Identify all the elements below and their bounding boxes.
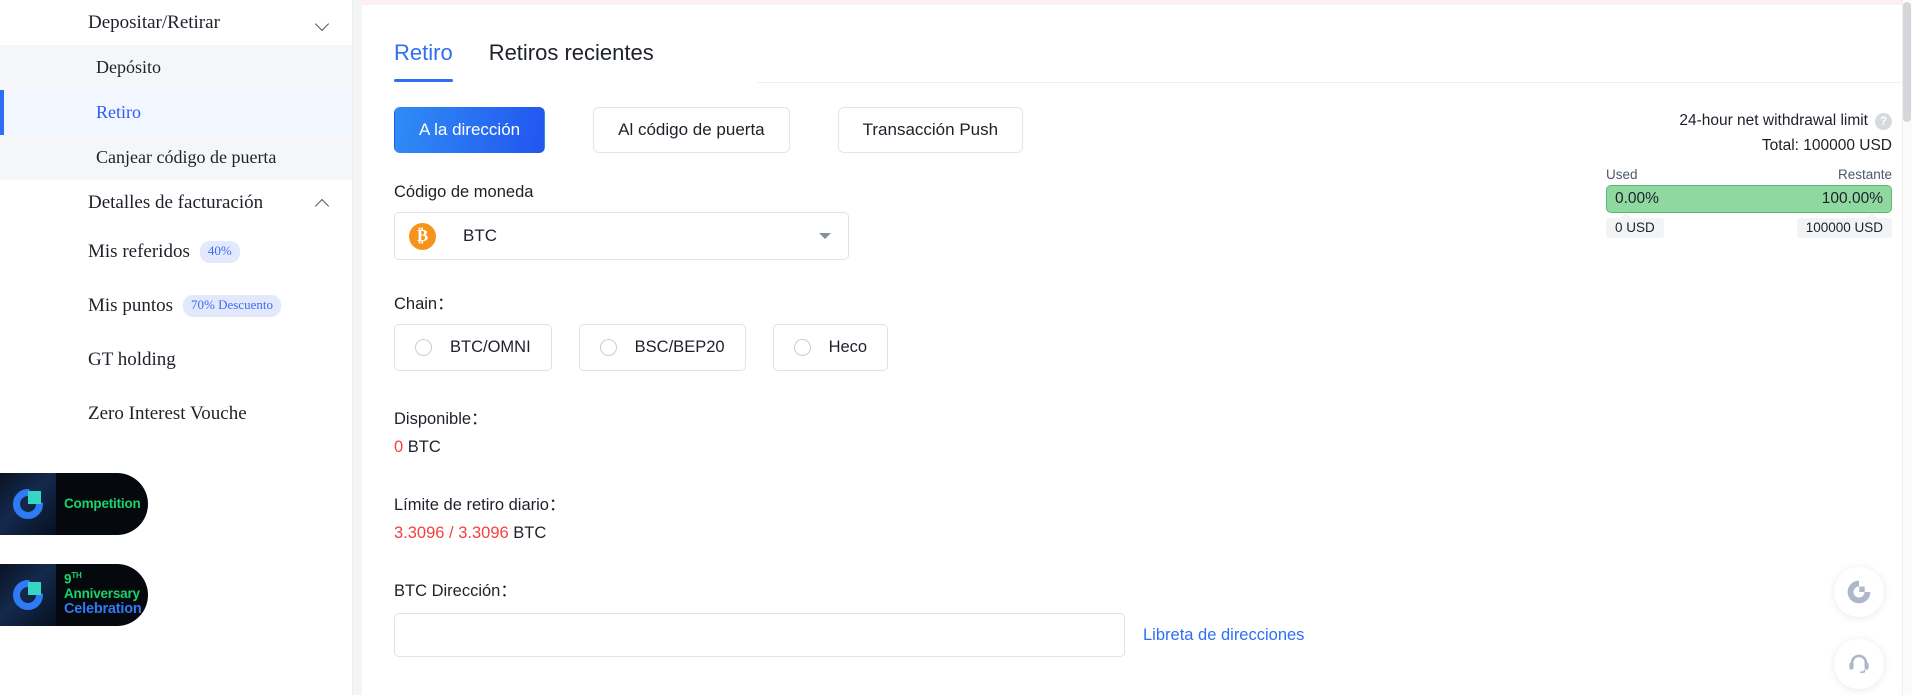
limit-remaining-label: Restante [1837, 167, 1892, 182]
gate-logo-icon[interactable] [1834, 567, 1884, 617]
sidebar-group-label: Detalles de facturación [88, 191, 264, 213]
chevron-down-icon [819, 233, 831, 239]
tab-bar: Retiro Retiros recientes [362, 0, 1912, 82]
address-row: Libreta de direcciones [394, 613, 1912, 657]
available-value: 0 BTC [394, 438, 1912, 457]
promo-banner-competition[interactable]: Competition [0, 473, 148, 535]
sidebar-divider [352, 0, 362, 695]
limit-panel-total: Total: 100000 USD [1761, 137, 1892, 154]
limit-used-percent: 0.00% [1615, 190, 1659, 207]
available-label: Disponible： [394, 410, 488, 428]
limit-remaining-percent: 100.00% [1821, 190, 1883, 207]
question-mark-icon[interactable]: ? [1875, 112, 1892, 130]
daily-limit-value: 3.3096 / 3.3096 BTC [394, 524, 1912, 543]
page-scrollbar-thumb[interactable] [1903, 2, 1911, 122]
sidebar-item-label: Mis referidos [88, 241, 190, 262]
radio-icon[interactable] [599, 339, 617, 356]
sidebar-item-label: GT holding [88, 349, 176, 370]
sidebar-item-canjear-codigo[interactable]: Canjear código de puerta [0, 135, 362, 180]
method-button-label: A la dirección [419, 120, 521, 139]
limit-panel-title-row: 24-hour net withdrawal limit ? [1606, 112, 1892, 130]
chain-option-bsc-bep20[interactable]: BSC/BEP20 [578, 324, 746, 371]
gate-logo-icon [0, 473, 56, 535]
tab-label: Retiros recientes [488, 40, 654, 65]
limit-panel-legend: Used Restante [1606, 167, 1892, 182]
sidebar-item-gt-holding[interactable]: GT holding [0, 333, 362, 387]
withdrawal-limit-panel: 24-hour net withdrawal limit ? Total: 10… [1606, 112, 1892, 238]
sidebar-subnav: Depósito Retiro Canjear código de puerta [0, 45, 362, 180]
method-button-push-transaction[interactable]: Transacción Push [837, 107, 1024, 153]
method-button-to-address[interactable]: A la dirección [394, 107, 546, 153]
promo-anniversary-sup: TH [71, 571, 82, 581]
method-button-label: Transacción Push [862, 120, 999, 139]
address-book-link[interactable]: Libreta de direcciones [1143, 626, 1304, 645]
currency-select[interactable]: ₿ BTC [394, 212, 849, 260]
chevron-up-icon [316, 196, 330, 210]
limit-panel-title: 24-hour net withdrawal limit [1679, 112, 1868, 129]
limit-used-amount: 0 USD [1606, 213, 1664, 238]
sidebar-item-mis-puntos[interactable]: Mis puntos 70% Descuento [0, 279, 362, 333]
sidebar-item-zero-interest-voucher[interactable]: Zero Interest Vouche [0, 387, 362, 441]
sidebar-item-mis-referidos[interactable]: Mis referidos 40% [0, 225, 362, 279]
withdrawal-page: Depositar/Retirar Depósito Retiro Canjea… [0, 0, 1912, 695]
address-input[interactable] [394, 613, 1125, 657]
top-notice-strip [362, 0, 1902, 5]
sidebar-group-label: Depositar/Retirar [88, 11, 220, 33]
chain-option-label: Heco [828, 338, 868, 356]
chain-option-btc-omni[interactable]: BTC/OMNI [394, 324, 552, 371]
limit-progress-bar: 0.00% 100.00% [1606, 185, 1892, 213]
main-content: Retiro Retiros recientes A la dirección … [362, 0, 1912, 695]
sidebar-group-billing-details[interactable]: Detalles de facturación [0, 180, 362, 225]
address-field-label: BTC Dirección： [394, 582, 517, 600]
sidebar-item-label: Canjear código de puerta [96, 147, 277, 167]
floating-action-column [1834, 567, 1884, 689]
page-scrollbar-track[interactable] [1902, 0, 1912, 695]
radio-icon[interactable] [793, 339, 811, 356]
chain-field-label: Chain： [394, 295, 454, 313]
tab-retiro[interactable]: Retiro [394, 40, 453, 82]
gate-logo-icon [0, 564, 56, 626]
sidebar-item-label: Zero Interest Vouche [88, 403, 247, 424]
limit-used-label: Used [1606, 167, 1638, 182]
chain-option-group: BTC/OMNI BSC/BEP20 Heco [394, 324, 1912, 371]
method-button-to-gate-code[interactable]: Al código de puerta [593, 107, 790, 153]
limit-panel-footer: 0 USD 100000 USD [1606, 213, 1892, 238]
available-unit: BTC [407, 438, 441, 456]
headset-support-icon[interactable] [1834, 639, 1884, 689]
chain-option-label: BSC/BEP20 [634, 338, 725, 356]
bitcoin-icon: ₿ [409, 222, 436, 250]
daily-limit-label: Límite de retiro diario： [394, 496, 566, 514]
promo-competition-label: Competition [64, 495, 141, 511]
tab-label: Retiro [394, 40, 453, 65]
sidebar-promo-banners: Competition 9TH Anniversary Celebration [0, 473, 362, 626]
limit-remaining-amount: 100000 USD [1796, 213, 1892, 238]
daily-limit-amount: 3.3096 / 3.3096 [394, 524, 509, 542]
chain-option-label: BTC/OMNI [450, 338, 531, 356]
sidebar-item-label: Mis puntos [88, 295, 173, 316]
sidebar-group-deposit-withdraw[interactable]: Depositar/Retirar [0, 0, 362, 45]
sidebar-badge-puntos: 70% Descuento [183, 295, 281, 317]
promo-celebration-label: Celebration [64, 601, 142, 617]
promo-anniversary-label: Anniversary [64, 586, 140, 602]
sidebar: Depositar/Retirar Depósito Retiro Canjea… [0, 0, 362, 695]
sidebar-badge-referidos: 40% [199, 241, 240, 263]
promo-banner-anniversary[interactable]: 9TH Anniversary Celebration [0, 564, 148, 626]
method-button-label: Al código de puerta [618, 120, 765, 139]
radio-icon[interactable] [415, 339, 432, 356]
daily-limit-unit: BTC [513, 524, 547, 542]
available-amount: 0 [394, 438, 404, 456]
chain-option-heco[interactable]: Heco [772, 324, 889, 371]
sidebar-item-deposito[interactable]: Depósito [0, 45, 362, 90]
chevron-down-icon [316, 16, 330, 30]
sidebar-item-label: Retiro [96, 102, 141, 122]
sidebar-item-retiro[interactable]: Retiro [0, 90, 362, 135]
sidebar-item-label: Depósito [96, 57, 161, 77]
tab-retiros-recientes[interactable]: Retiros recientes [489, 40, 654, 82]
currency-select-value: BTC [463, 226, 497, 245]
